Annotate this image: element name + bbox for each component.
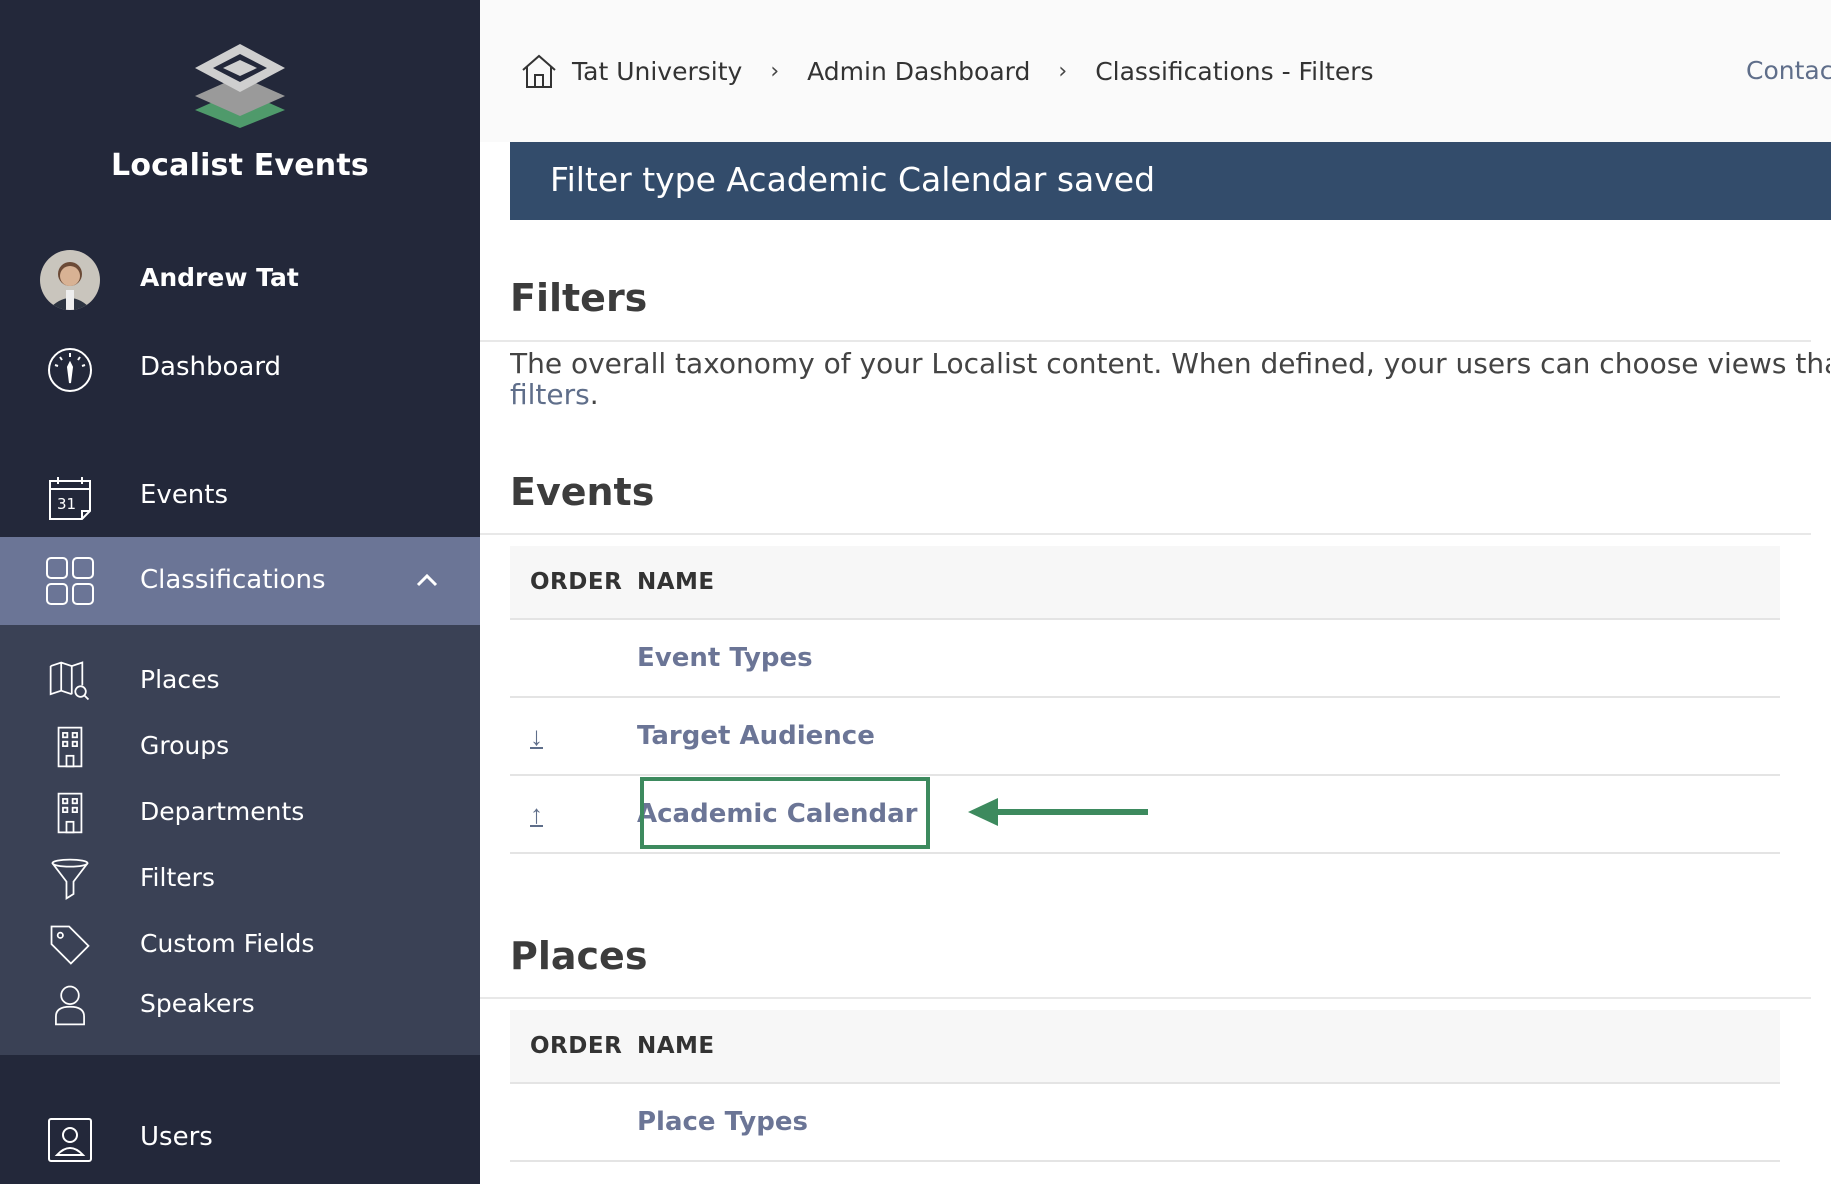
table-header: ORDER NAME xyxy=(510,1010,1780,1084)
localist-logo-icon xyxy=(195,44,285,128)
filter-name-link[interactable]: Event Types xyxy=(637,643,813,673)
pointer-arrow-icon xyxy=(968,798,1148,826)
description-end: . xyxy=(589,378,599,410)
sidebar-item-users[interactable]: Users xyxy=(0,1108,480,1172)
description-text: The overall taxonomy of your Localist co… xyxy=(510,348,1830,380)
sidebar-user-name: Andrew Tat xyxy=(140,263,299,292)
sidebar: Localist Events Andrew Tat Dashboard 31 … xyxy=(0,0,480,1184)
sidebar-item-label: Dashboard xyxy=(140,352,282,382)
page-description: The overall taxonomy of your Localist co… xyxy=(510,348,1830,410)
sidebar-item-label: Filters xyxy=(140,863,215,892)
building-icon xyxy=(44,787,96,839)
table-header: ORDER NAME xyxy=(510,546,1780,620)
sidebar-user[interactable]: Andrew Tat xyxy=(0,245,480,315)
sidebar-item-speakers[interactable]: Speakers xyxy=(0,979,480,1029)
divider xyxy=(480,340,1811,342)
home-icon[interactable] xyxy=(520,52,558,90)
calendar-icon: 31 xyxy=(44,472,96,524)
flash-message: Filter type Academic Calendar saved xyxy=(510,142,1831,220)
sidebar-item-label: Groups xyxy=(140,731,230,760)
top-bar: Tat University › Admin Dashboard › Class… xyxy=(480,0,1831,142)
sidebar-item-filters[interactable]: Filters xyxy=(0,853,480,903)
highlight-box xyxy=(640,777,930,849)
tag-icon xyxy=(44,919,96,971)
filter-name-link[interactable]: Target Audience xyxy=(637,721,875,751)
column-header-order: ORDER xyxy=(530,569,623,595)
map-search-icon xyxy=(44,655,96,707)
breadcrumb-separator: › xyxy=(770,58,780,84)
contact-link[interactable]: Contact xyxy=(1746,56,1831,85)
sidebar-item-label: Users xyxy=(140,1122,213,1152)
sidebar-item-places[interactable]: Places xyxy=(0,655,480,705)
table-row: Event Types xyxy=(510,620,1780,698)
person-icon xyxy=(44,979,96,1031)
sidebar-item-label: Custom Fields xyxy=(140,929,315,958)
user-badge-icon xyxy=(44,1114,96,1166)
places-filters-table: ORDER NAME Place Types xyxy=(510,1010,1780,1162)
table-row: ↓ Target Audience xyxy=(510,698,1780,776)
table-row: ↑ Academic Calendar xyxy=(510,776,1780,854)
sidebar-item-events[interactable]: 31 Events xyxy=(0,466,480,530)
events-filters-table: ORDER NAME Event Types ↓ Target Audience… xyxy=(510,546,1780,854)
filter-name-link[interactable]: Place Types xyxy=(637,1107,808,1137)
breadcrumb-link[interactable]: Admin Dashboard xyxy=(807,57,1030,86)
order-cell: ↓ xyxy=(510,721,637,752)
svg-text:31: 31 xyxy=(57,495,76,513)
divider xyxy=(480,997,1811,999)
breadcrumb-separator: › xyxy=(1058,58,1068,84)
sidebar-item-label: Events xyxy=(140,480,229,510)
sidebar-item-label: Speakers xyxy=(140,989,255,1018)
breadcrumb: Tat University › Admin Dashboard › Class… xyxy=(520,52,1374,90)
section-title-places: Places xyxy=(510,934,648,978)
sidebar-item-label: Classifications xyxy=(140,565,326,595)
sidebar-item-dashboard[interactable]: Dashboard xyxy=(0,338,480,402)
main-content: Tat University › Admin Dashboard › Class… xyxy=(480,0,1831,1184)
brand[interactable]: Localist Events xyxy=(0,40,480,183)
table-row: Place Types xyxy=(510,1084,1780,1162)
section-title-events: Events xyxy=(510,470,655,514)
sidebar-item-groups[interactable]: Groups xyxy=(0,721,480,771)
sidebar-item-label: Places xyxy=(140,665,220,694)
column-header-name: NAME xyxy=(637,569,715,595)
chevron-up-icon[interactable] xyxy=(414,567,440,593)
page-title: Filters xyxy=(510,276,648,320)
avatar xyxy=(40,250,100,310)
sidebar-item-label: Departments xyxy=(140,797,305,826)
move-down-link[interactable]: ↓ xyxy=(530,721,543,751)
breadcrumb-current: Classifications - Filters xyxy=(1095,56,1374,86)
breadcrumb-link[interactable]: Tat University xyxy=(572,57,742,86)
grid-icon xyxy=(44,555,96,607)
sidebar-item-custom-fields[interactable]: Custom Fields xyxy=(0,919,480,969)
funnel-icon xyxy=(44,853,96,905)
column-header-name: NAME xyxy=(637,1033,715,1059)
filters-link[interactable]: filters xyxy=(510,378,590,410)
dashboard-gauge-icon xyxy=(44,344,96,396)
sidebar-item-classifications[interactable]: Classifications xyxy=(0,537,480,625)
order-cell: ↑ xyxy=(510,799,637,830)
building-icon xyxy=(44,721,96,773)
divider xyxy=(480,533,1811,535)
brand-name: Localist Events xyxy=(111,148,369,183)
move-up-link[interactable]: ↑ xyxy=(530,799,543,829)
column-header-order: ORDER xyxy=(530,1033,623,1059)
classifications-submenu: Places Groups Departments Filters Custom… xyxy=(0,625,480,1055)
sidebar-item-departments[interactable]: Departments xyxy=(0,787,480,837)
